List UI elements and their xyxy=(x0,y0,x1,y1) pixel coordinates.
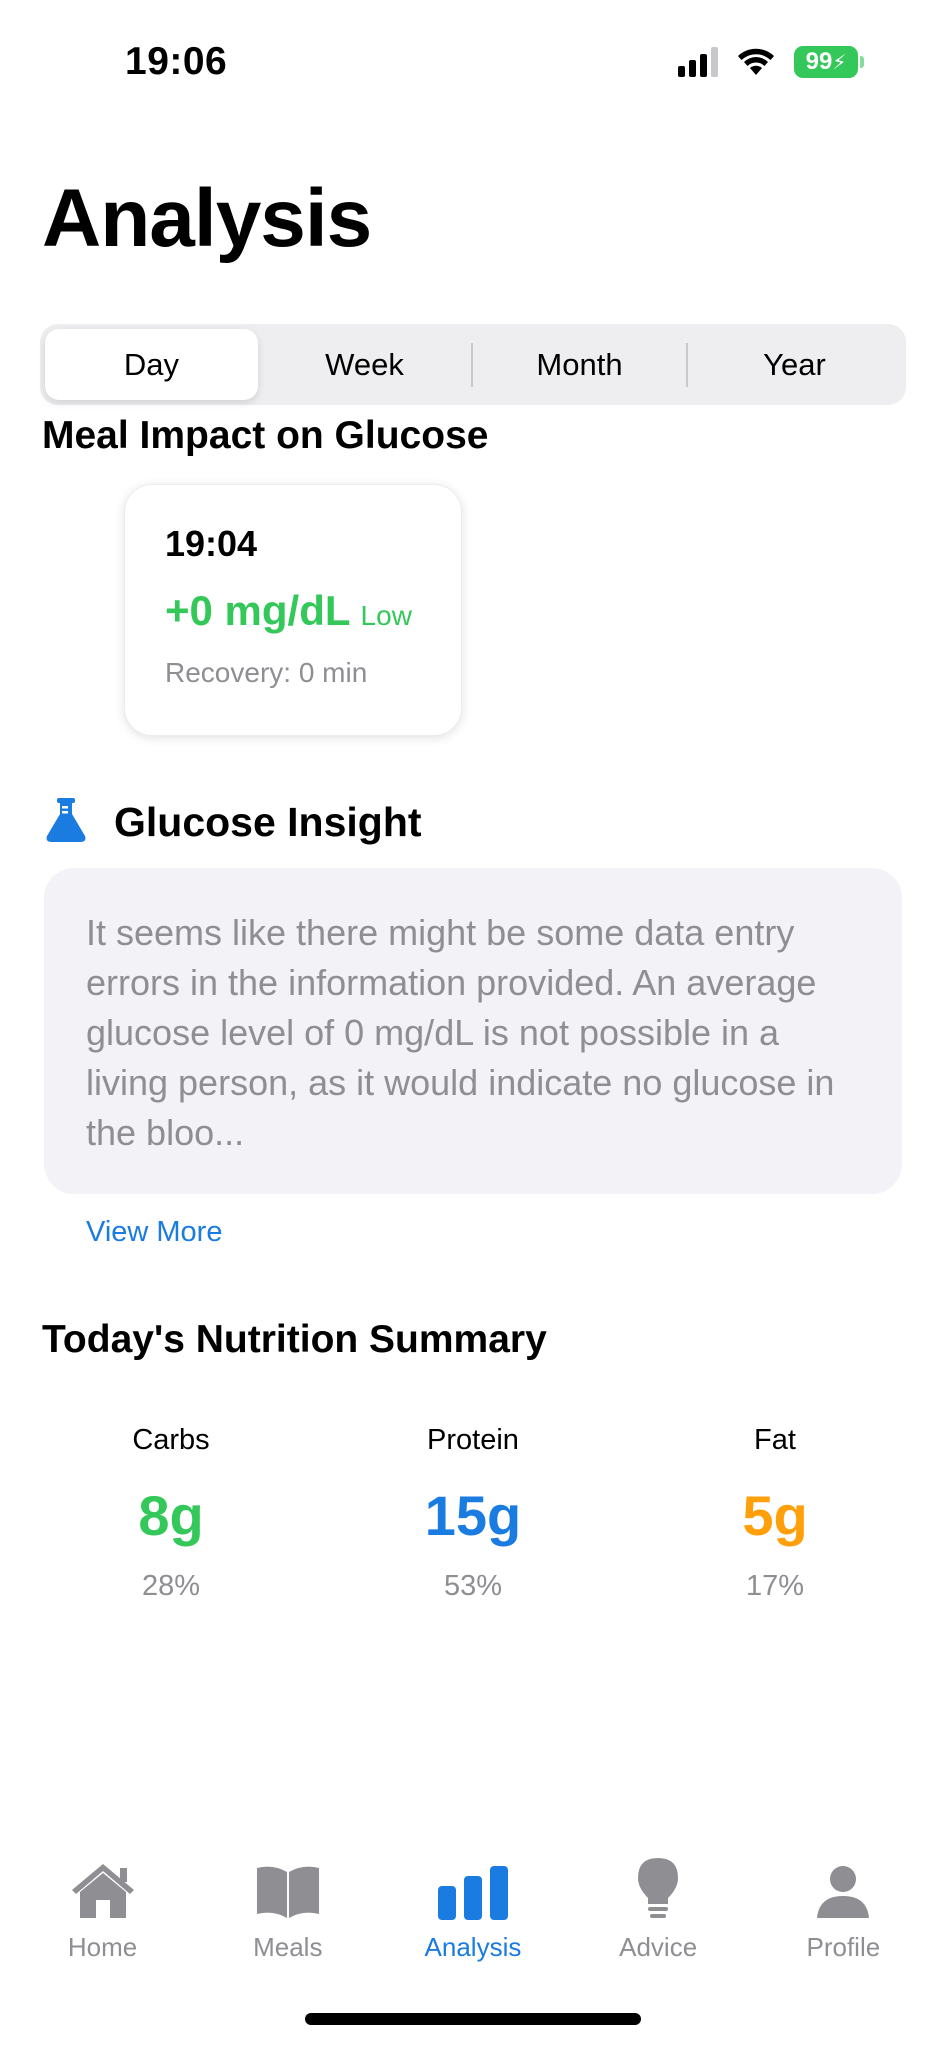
insight-text-box: It seems like there might be some data e… xyxy=(44,868,902,1194)
segment-month-label: Month xyxy=(536,346,623,382)
view-more-link[interactable]: View More xyxy=(86,1216,222,1249)
insight-title: Glucose Insight xyxy=(114,799,422,845)
battery-level: 99 xyxy=(805,48,833,75)
tab-home[interactable]: Home xyxy=(13,1860,193,1963)
tab-profile[interactable]: Profile xyxy=(753,1860,933,1963)
segment-day[interactable]: Day xyxy=(45,329,258,400)
nutrition-percent: 17% xyxy=(745,1570,805,1602)
flask-icon xyxy=(44,796,88,849)
meal-time: 19:04 xyxy=(165,523,258,564)
lightbulb-icon xyxy=(636,1858,680,1920)
book-icon xyxy=(253,1860,323,1920)
chart-bar-icon xyxy=(436,1860,510,1920)
tab-analysis[interactable]: Analysis xyxy=(383,1860,563,1963)
segment-year[interactable]: Year xyxy=(688,329,901,400)
tab-meals-label: Meals xyxy=(253,1932,323,1962)
meal-impact-title: Meal Impact on Glucose xyxy=(42,414,489,457)
meal-glucose-value: +0 mg/dL xyxy=(165,587,351,634)
analysis-screen: 19:06 99 ⚡ Analysis Day Week Month Year M… xyxy=(0,0,946,2048)
nutrition-summary-title: Today's Nutrition Summary xyxy=(42,1318,547,1361)
tab-profile-label: Profile xyxy=(806,1932,881,1962)
nutrition-value: 15g xyxy=(424,1484,522,1547)
status-time: 19:06 xyxy=(125,40,228,83)
insight-header: Glucose Insight xyxy=(44,796,422,849)
nutrition-value: 5g xyxy=(742,1484,808,1547)
nutrition-value: 8g xyxy=(138,1484,204,1547)
wifi-icon xyxy=(736,47,776,77)
segment-year-label: Year xyxy=(763,346,826,382)
nutrition-protein: Protein 15g 53% xyxy=(322,1424,624,1603)
page-title: Analysis xyxy=(42,173,372,264)
battery-icon: 99 ⚡ xyxy=(794,46,864,78)
tab-advice[interactable]: Advice xyxy=(568,1858,748,1963)
segment-week-label: Week xyxy=(325,346,404,382)
meal-recovery: Recovery: 0 min xyxy=(165,657,368,688)
segment-month[interactable]: Month xyxy=(473,329,686,400)
tab-advice-label: Advice xyxy=(619,1932,698,1962)
nutrition-label: Carbs xyxy=(132,1424,210,1456)
nutrition-percent: 28% xyxy=(141,1570,201,1602)
meal-glucose-change: +0 mg/dL Low xyxy=(165,587,461,635)
cellular-signal-icon xyxy=(678,47,718,77)
period-segmented-control: Day Week Month Year xyxy=(40,324,906,405)
nutrition-label: Protein xyxy=(427,1424,519,1456)
nutrition-percent: 53% xyxy=(443,1570,503,1602)
person-icon xyxy=(815,1860,871,1920)
status-icons: 99 ⚡ xyxy=(678,46,864,78)
house-icon xyxy=(68,1860,138,1920)
insight-text: It seems like there might be some data e… xyxy=(86,912,835,1153)
segment-day-label: Day xyxy=(123,346,180,382)
nutrition-summary: Carbs 8g 28% Protein 15g 53% Fat 5g 17% xyxy=(0,1424,946,1603)
segment-week[interactable]: Week xyxy=(258,329,471,400)
tab-meals[interactable]: Meals xyxy=(198,1860,378,1963)
nutrition-carbs: Carbs 8g 28% xyxy=(20,1424,322,1603)
nutrition-fat: Fat 5g 17% xyxy=(624,1424,926,1603)
meal-glucose-level: Low xyxy=(360,600,412,631)
tab-home-label: Home xyxy=(67,1932,138,1962)
home-indicator[interactable] xyxy=(305,2013,641,2025)
tab-analysis-label: Analysis xyxy=(424,1932,522,1962)
tab-bar: Home Meals Analysis Advice Profile xyxy=(0,1858,946,1963)
nutrition-label: Fat xyxy=(754,1424,796,1456)
meal-impact-card[interactable]: 19:04 +0 mg/dL Low Recovery: 0 min xyxy=(124,484,462,736)
